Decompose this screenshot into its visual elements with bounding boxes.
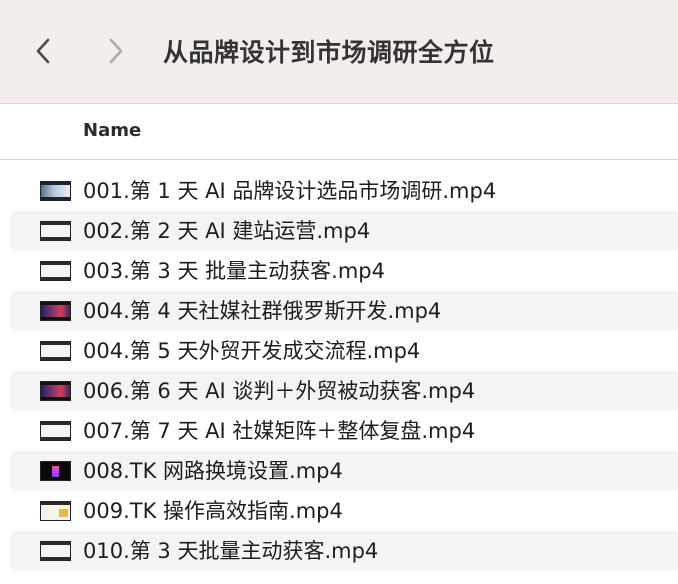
window-title: 从品牌设计到市场调研全方位 [163, 38, 495, 67]
file-name: 007.第 7 天 AI 社媒矩阵＋整体复盘.mp4 [83, 419, 476, 443]
video-thumbnail-icon [40, 341, 71, 361]
video-thumbnail-icon [40, 381, 71, 401]
chevron-left-icon [36, 38, 50, 64]
file-row[interactable]: 006.第 6 天 AI 谈判＋外贸被动获客.mp4 [10, 371, 678, 411]
column-header[interactable]: Name [0, 104, 678, 160]
file-list: 001.第 1 天 AI 品牌设计选品市场调研.mp4 002.第 2 天 AI … [10, 171, 678, 571]
file-row[interactable]: 007.第 7 天 AI 社媒矩阵＋整体复盘.mp4 [10, 411, 678, 451]
video-thumbnail-icon [40, 181, 71, 201]
file-row[interactable]: 002.第 2 天 AI 建站运营.mp4 [10, 211, 678, 251]
file-name: 003.第 3 天 批量主动获客.mp4 [83, 259, 385, 283]
file-name: 009.TK 操作高效指南.mp4 [83, 499, 343, 523]
file-name: 004.第 5 天外贸开发成交流程.mp4 [83, 339, 421, 363]
forward-button[interactable] [104, 36, 128, 66]
video-thumbnail-icon [40, 461, 71, 481]
file-name: 002.第 2 天 AI 建站运营.mp4 [83, 219, 371, 243]
file-row[interactable]: 004.第 4 天社媒社群俄罗斯开发.mp4 [10, 291, 678, 331]
file-row[interactable]: 008.TK 网路换境设置.mp4 [10, 451, 678, 491]
file-name: 001.第 1 天 AI 品牌设计选品市场调研.mp4 [83, 179, 497, 203]
chevron-right-icon [109, 38, 123, 64]
file-row[interactable]: 010.第 3 天批量主动获客.mp4 [10, 531, 678, 571]
file-row[interactable]: 003.第 3 天 批量主动获客.mp4 [10, 251, 678, 291]
name-column-header[interactable]: Name [83, 120, 141, 141]
file-row[interactable]: 009.TK 操作高效指南.mp4 [10, 491, 678, 531]
video-thumbnail-icon [40, 421, 71, 441]
video-thumbnail-icon [40, 501, 71, 521]
video-thumbnail-icon [40, 541, 71, 561]
file-name: 006.第 6 天 AI 谈判＋外贸被动获客.mp4 [83, 379, 476, 403]
video-thumbnail-icon [40, 221, 71, 241]
file-row[interactable]: 004.第 5 天外贸开发成交流程.mp4 [10, 331, 678, 371]
video-thumbnail-icon [40, 261, 71, 281]
finder-window: 从品牌设计到市场调研全方位 Name 001.第 1 天 AI 品牌设计选品市场… [0, 0, 678, 584]
file-name: 004.第 4 天社媒社群俄罗斯开发.mp4 [83, 299, 442, 323]
file-name: 010.第 3 天批量主动获客.mp4 [83, 539, 379, 563]
file-name: 008.TK 网路换境设置.mp4 [83, 459, 343, 483]
video-thumbnail-icon [40, 301, 71, 321]
file-row[interactable]: 001.第 1 天 AI 品牌设计选品市场调研.mp4 [10, 171, 678, 211]
back-button[interactable] [31, 36, 55, 66]
toolbar: 从品牌设计到市场调研全方位 [0, 0, 678, 104]
